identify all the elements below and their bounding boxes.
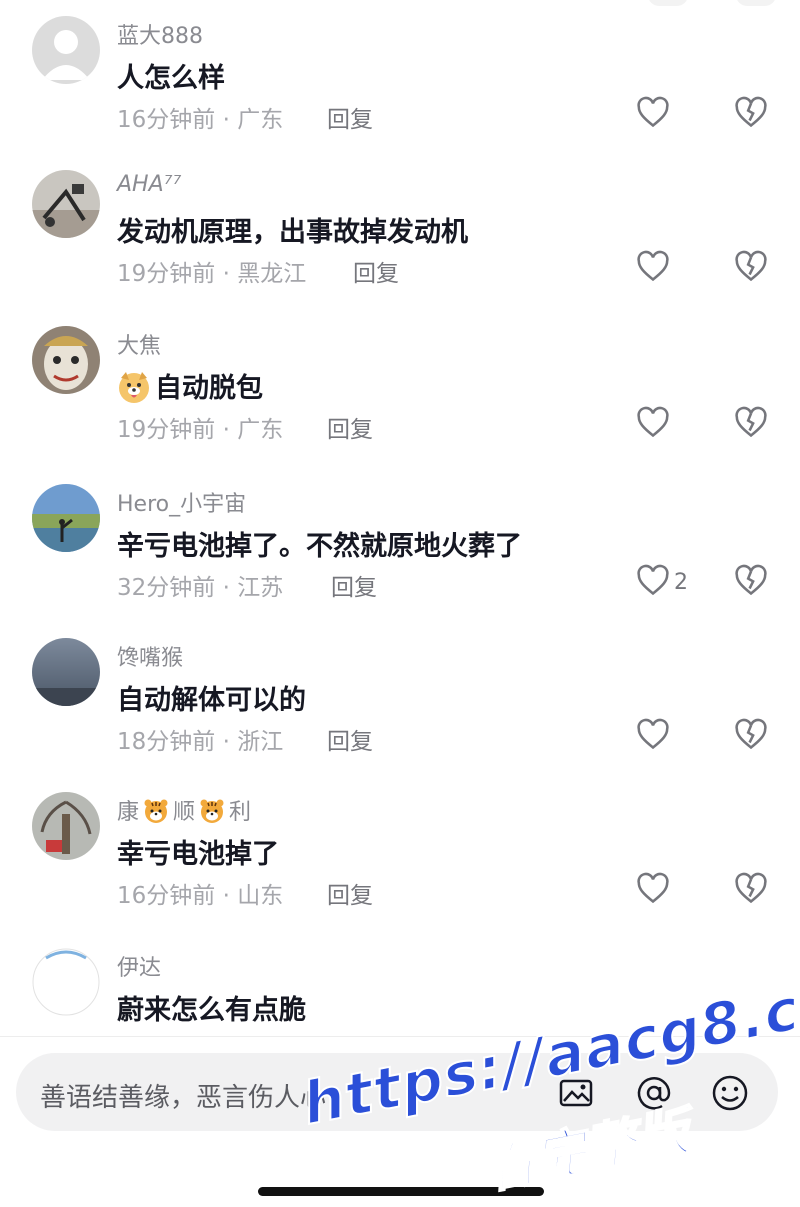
comment-meta: 18分钟前 · 浙江 <box>117 729 284 755</box>
comment-time: 19分钟前 <box>117 417 216 443</box>
comment-item: Hero_小宇宙 辛亏电池掉了。不然就原地火葬了 32分钟前 · 江苏 回复 2 <box>0 484 800 634</box>
comment-location: 黑龙江 <box>237 261 307 287</box>
comment-text: 人怎么样 <box>117 63 225 94</box>
heart-icon <box>636 250 670 286</box>
username-part: 利 <box>229 800 252 825</box>
broken-heart-icon <box>734 406 768 442</box>
reply-button[interactable]: 回复 <box>353 254 399 288</box>
dislike-button[interactable] <box>734 250 768 286</box>
username-part: 顺 <box>173 800 196 825</box>
at-icon[interactable] <box>634 1073 674 1113</box>
comment-input-placeholder: 善语结善缘，恶言伤人心 <box>40 1083 327 1113</box>
like-button[interactable] <box>636 406 674 442</box>
comment-location: 江苏 <box>237 575 284 601</box>
avatar[interactable] <box>32 792 100 860</box>
avatar[interactable] <box>32 948 100 1016</box>
broken-heart-icon <box>734 718 768 754</box>
comment-username[interactable]: 大焦 <box>117 328 161 360</box>
heart-icon <box>636 718 670 754</box>
comment-text: 幸亏电池掉了 <box>117 839 279 870</box>
tiger-emoji-icon <box>199 798 225 824</box>
comment-text: 发动机原理，出事故掉发动机 <box>117 217 468 248</box>
comment-username[interactable]: 馋嘴猴 <box>117 640 183 672</box>
comment-text: 辛亏电池掉了。不然就原地火葬了 <box>117 531 522 562</box>
dislike-button[interactable] <box>734 872 768 908</box>
comment-time: 16分钟前 <box>117 107 216 133</box>
comment-time: 19分钟前 <box>117 261 216 287</box>
like-count: 2 <box>674 569 688 595</box>
like-button[interactable] <box>636 718 674 754</box>
comment-meta: 19分钟前 · 广东 <box>117 417 284 443</box>
comment-meta: 32分钟前 · 江苏 <box>117 575 284 601</box>
username-part: 康 <box>117 800 140 825</box>
dislike-button[interactable] <box>734 564 768 600</box>
comment-location: 浙江 <box>237 729 284 755</box>
emoji-icon[interactable] <box>710 1073 750 1113</box>
home-indicator[interactable] <box>258 1187 544 1196</box>
comment-username[interactable]: Hero_小宇宙 <box>117 486 246 518</box>
comment-item: 蓝大888 人怎么样 16分钟前 · 广东 回复 <box>0 16 800 166</box>
comment-item: AHA⁷⁷ 发动机原理，出事故掉发动机 19分钟前 · 黑龙江 回复 <box>0 170 800 320</box>
broken-heart-icon <box>734 96 768 132</box>
dislike-button[interactable] <box>734 718 768 754</box>
comment-meta: 19分钟前 · 黑龙江 <box>117 261 307 287</box>
comment-meta: 16分钟前 · 广东 <box>117 107 284 133</box>
broken-heart-icon <box>734 250 768 286</box>
comment-list[interactable]: 蓝大888 人怎么样 16分钟前 · 广东 回复 AHA⁷⁷ 发动机原理，出事故… <box>0 0 800 1040</box>
heart-icon <box>636 406 670 442</box>
like-button[interactable]: 2 <box>636 564 688 600</box>
avatar[interactable] <box>32 638 100 706</box>
comment-time: 16分钟前 <box>117 883 216 909</box>
reply-button[interactable]: 回复 <box>327 410 373 444</box>
comment-time: 18分钟前 <box>117 729 216 755</box>
tiger-emoji-icon <box>143 798 169 824</box>
reply-button[interactable]: 回复 <box>331 568 377 602</box>
comment-input-bar: 善语结善缘，恶言伤人心 <box>0 1036 800 1207</box>
heart-icon <box>636 96 670 132</box>
comment-time: 32分钟前 <box>117 575 216 601</box>
like-button[interactable] <box>636 872 674 908</box>
comment-item: 康 顺 利 幸亏电池掉了 16分钟前 · 山东 回复 <box>0 792 800 942</box>
comment-item: 馋嘴猴 自动解体可以的 18分钟前 · 浙江 回复 <box>0 638 800 788</box>
like-button[interactable] <box>636 250 674 286</box>
broken-heart-icon <box>734 872 768 908</box>
reply-button[interactable]: 回复 <box>327 100 373 134</box>
avatar[interactable] <box>32 484 100 552</box>
comment-text: 自动脱包 <box>117 366 263 405</box>
comment-text: 自动解体可以的 <box>117 685 306 716</box>
like-button[interactable] <box>636 96 674 132</box>
dislike-button[interactable] <box>734 96 768 132</box>
comment-item: 伊达 蔚来怎么有点脆 <box>0 948 800 1040</box>
comment-location: 广东 <box>237 107 284 133</box>
broken-heart-icon <box>734 564 768 600</box>
comment-username[interactable]: 康顺利 <box>117 794 251 826</box>
comment-username[interactable]: AHA⁷⁷ <box>117 172 181 197</box>
comment-location: 广东 <box>237 417 284 443</box>
image-icon[interactable] <box>556 1073 596 1113</box>
comment-meta: 16分钟前 · 山东 <box>117 883 284 909</box>
avatar[interactable] <box>32 16 100 84</box>
reply-button[interactable]: 回复 <box>327 876 373 910</box>
avatar[interactable] <box>32 326 100 394</box>
reply-button[interactable]: 回复 <box>327 722 373 756</box>
comment-item: 大焦 自动脱包 19分钟前 · 广东 回复 <box>0 326 800 476</box>
avatar[interactable] <box>32 170 100 238</box>
comment-location: 山东 <box>237 883 284 909</box>
comment-text-body: 自动脱包 <box>155 373 263 404</box>
heart-icon <box>636 872 670 908</box>
comment-text: 蔚来怎么有点脆 <box>117 995 306 1026</box>
heart-icon <box>636 564 670 600</box>
comment-username[interactable]: 伊达 <box>117 950 161 982</box>
comment-username[interactable]: 蓝大888 <box>117 18 203 50</box>
doge-emoji-icon <box>117 370 151 404</box>
dislike-button[interactable] <box>734 406 768 442</box>
